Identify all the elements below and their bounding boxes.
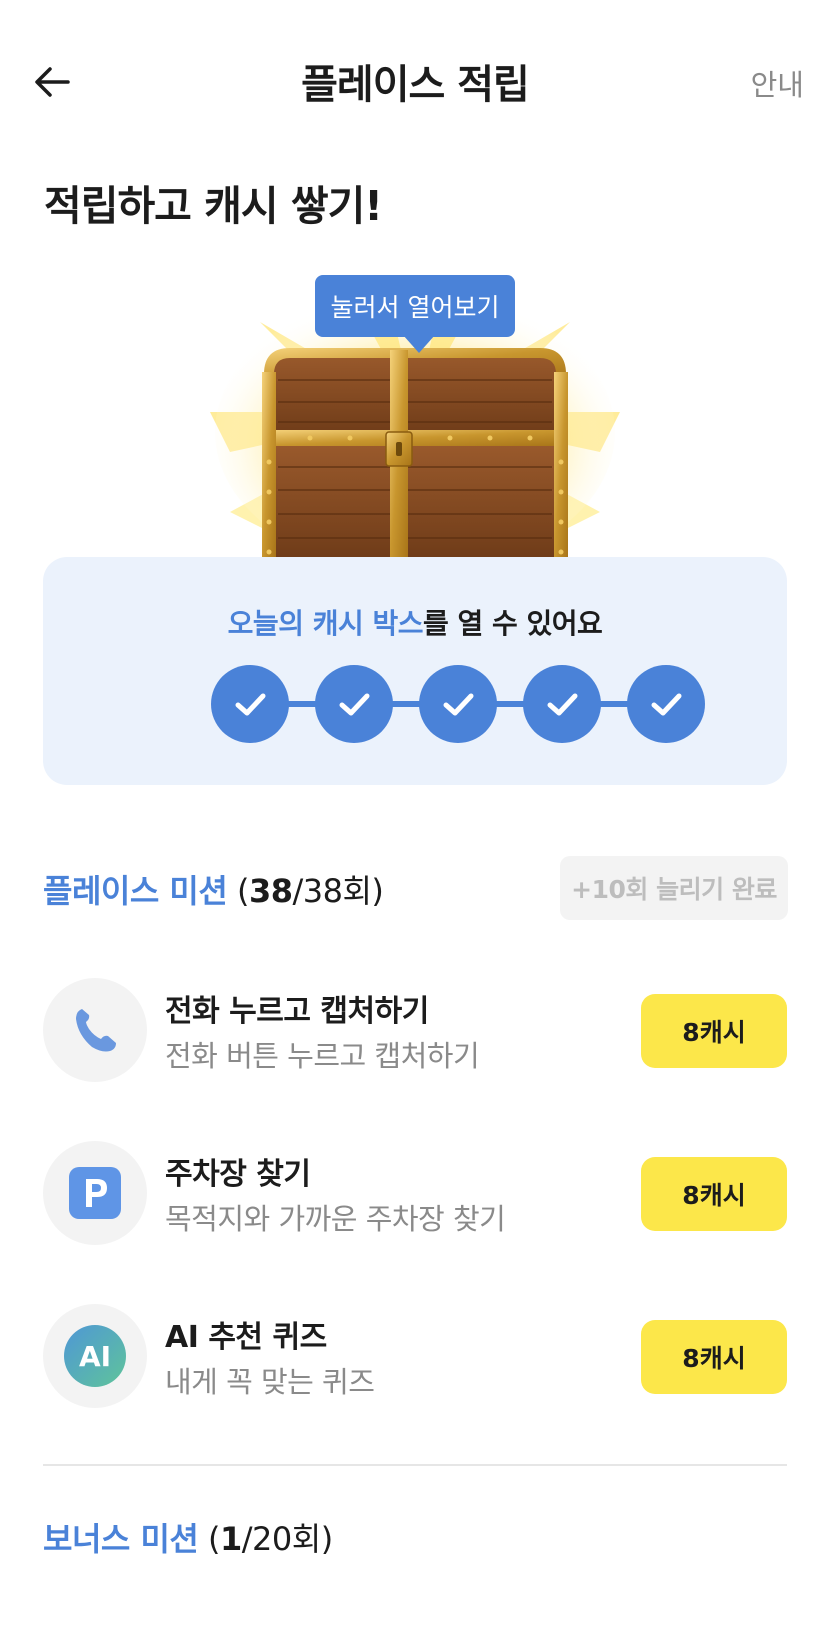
section-divider: [43, 1464, 787, 1466]
parking-icon: [69, 1167, 121, 1219]
step-5-check: [627, 665, 705, 743]
svg-text:AI: AI: [79, 1340, 111, 1373]
total-count: /20회): [241, 1520, 333, 1558]
bonus-mission-title: 보너스 미션 (1/20회): [43, 1514, 333, 1560]
mission-title: 전화 누르고 캡처하기: [165, 994, 429, 1029]
mission-title: 주차장 찾기: [165, 1157, 311, 1192]
reward-button[interactable]: 8캐시: [641, 1320, 787, 1394]
open-box-tooltip[interactable]: 눌러서 열어보기: [315, 275, 515, 353]
section-name: 보너스 미션: [43, 1520, 199, 1558]
hero-title: 적립하고 캐시 쌓기!: [44, 182, 383, 230]
progress-card: 오늘의 캐시 박스를 열 수 있어요: [43, 557, 787, 785]
page-title: 플레이스 적립: [301, 62, 530, 108]
mission-icon: [43, 1141, 147, 1245]
mission-subtitle: 내게 꼭 맞는 퀴즈: [165, 1365, 375, 1399]
reward-button[interactable]: 8캐시: [641, 1157, 787, 1231]
done-count: 1: [220, 1520, 242, 1558]
total-count: /38회): [292, 872, 384, 910]
ai-icon: AI: [64, 1325, 126, 1387]
mission-icon: AI: [43, 1304, 147, 1408]
guide-link[interactable]: 안내: [751, 62, 804, 104]
mission-item-phone[interactable]: 전화 누르고 캡처하기 전화 버튼 누르고 캡처하기 8캐시: [43, 978, 787, 1082]
section-open: (: [227, 872, 249, 910]
mission-subtitle: 목적지와 가까운 주차장 찾기: [165, 1202, 506, 1236]
reward-button[interactable]: 8캐시: [641, 994, 787, 1068]
check-icon: [339, 693, 370, 716]
phone-icon: [76, 1009, 116, 1052]
check-icon: [443, 693, 474, 716]
check-icon: [235, 693, 266, 716]
extend-complete-badge: +10회 늘리기 완료: [560, 856, 788, 920]
progress-steps: [211, 665, 707, 743]
check-icon: [547, 693, 578, 716]
check-icon: [651, 693, 682, 716]
step-1-check: [211, 665, 289, 743]
section-name: 플레이스 미션: [43, 872, 228, 910]
header: 플레이스 적립 안내: [0, 0, 830, 165]
mission-icon: [43, 978, 147, 1082]
step-4-check: [523, 665, 601, 743]
step-2-check: [315, 665, 393, 743]
progress-rest: 를 열 수 있어요: [423, 607, 603, 640]
progress-message: 오늘의 캐시 박스를 열 수 있어요: [43, 602, 787, 642]
done-count: 38: [248, 872, 293, 910]
step-3-check: [419, 665, 497, 743]
mission-subtitle: 전화 버튼 누르고 캡처하기: [165, 1039, 480, 1073]
mission-item-ai-quiz[interactable]: AI AI 추천 퀴즈 내게 꼭 맞는 퀴즈 8캐시: [43, 1304, 787, 1408]
progress-highlight: 오늘의 캐시 박스: [227, 607, 424, 640]
place-mission-title: 플레이스 미션 (38/38회): [43, 866, 384, 912]
section-open: (: [198, 1520, 220, 1558]
mission-item-parking[interactable]: 주차장 찾기 목적지와 가까운 주차장 찾기 8캐시: [43, 1141, 787, 1245]
mission-title: AI 추천 퀴즈: [165, 1320, 327, 1355]
